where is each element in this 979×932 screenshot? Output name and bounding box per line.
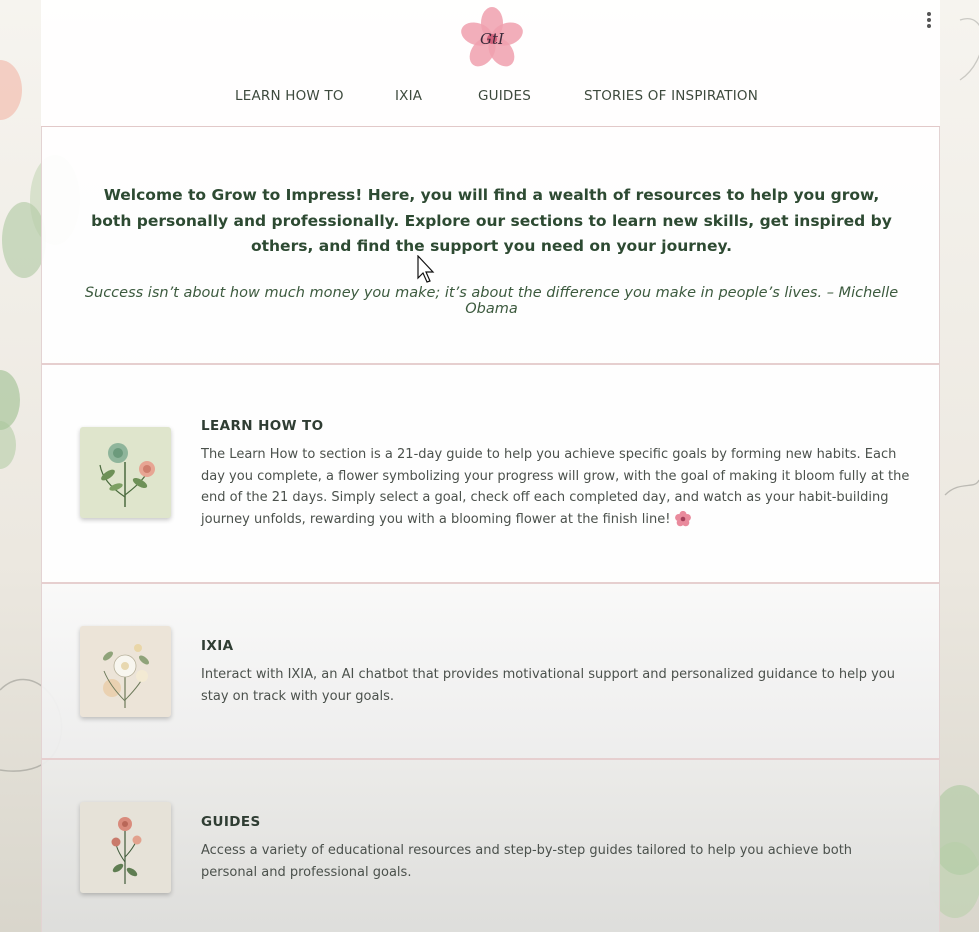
green-bouquet-icon[interactable]: [80, 427, 171, 518]
nav-guides[interactable]: GUIDES: [478, 88, 531, 104]
welcome-intro: Welcome to Grow to Impress! Here, you wi…: [91, 186, 892, 255]
section-title: IXIA: [201, 638, 234, 654]
section-guides: GUIDES Access a variety of educational r…: [41, 758, 940, 932]
white-bouquet-icon[interactable]: [80, 626, 171, 717]
welcome-section: Welcome to Grow to Impress! Here, you wi…: [41, 127, 940, 363]
section-description: The Learn How to section is a 21-day gui…: [201, 444, 911, 530]
section-title: GUIDES: [201, 814, 261, 830]
section-description-text: The Learn How to section is a 21-day gui…: [201, 447, 910, 527]
more-vertical-icon[interactable]: [922, 10, 936, 30]
nav-ixia[interactable]: IXIA: [395, 88, 422, 104]
section-title: LEARN HOW TO: [201, 418, 324, 434]
site-header: GtI LEARN HOW TO IXIA GUIDES STORIES OF …: [41, 0, 940, 127]
logo-text: GtI: [480, 30, 505, 48]
page-container: GtI LEARN HOW TO IXIA GUIDES STORIES OF …: [41, 0, 940, 932]
section-ixia: IXIA Interact with IXIA, an AI chatbot t…: [41, 582, 940, 759]
section-learn-how-to: LEARN HOW TO The Learn How to section is…: [41, 363, 940, 583]
nav-stories-of-inspiration[interactable]: STORIES OF INSPIRATION: [584, 88, 758, 104]
pink-flower-icon: [674, 511, 691, 527]
main-nav: LEARN HOW TO IXIA GUIDES STORIES OF INSP…: [41, 88, 940, 112]
mouse-cursor-icon: [417, 255, 435, 283]
section-description: Interact with IXIA, an AI chatbot that p…: [201, 667, 895, 704]
welcome-quote: Success isn’t about how much money you m…: [84, 285, 899, 317]
rose-bouquet-icon[interactable]: [80, 802, 171, 893]
section-description: Access a variety of educational resource…: [201, 843, 853, 880]
nav-learn-how-to[interactable]: LEARN HOW TO: [235, 88, 344, 104]
logo-flower-icon[interactable]: GtI: [459, 6, 525, 72]
